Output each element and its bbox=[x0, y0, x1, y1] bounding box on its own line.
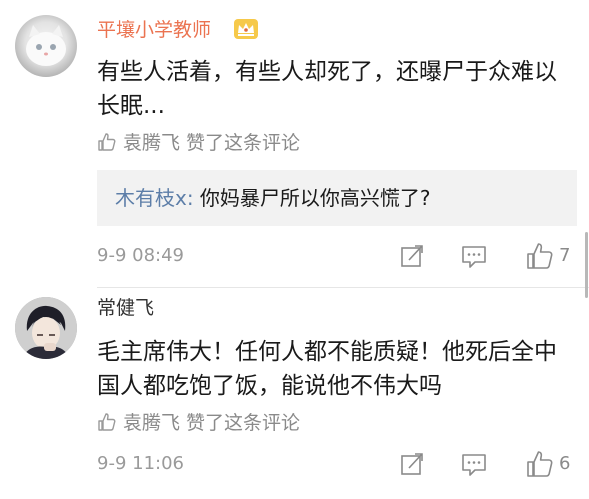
reply-text: 你妈暴尸所以你高兴慌了? bbox=[193, 186, 431, 210]
comment-footer: 9-9 11:06 6 bbox=[97, 449, 582, 479]
like-count: 6 bbox=[559, 453, 571, 474]
comment-footer: 9-9 08:49 7 bbox=[97, 241, 582, 271]
like-count: 7 bbox=[559, 245, 571, 266]
like-icon[interactable] bbox=[525, 449, 555, 479]
avatar[interactable] bbox=[15, 15, 77, 77]
comment-author[interactable]: 平壤小学教师 bbox=[97, 18, 211, 42]
liked-by-text: 袁腾飞 赞了这条评论 bbox=[123, 132, 301, 154]
comment-icon[interactable] bbox=[459, 449, 489, 479]
reply-box[interactable]: 木有枝x: 你妈暴尸所以你高兴慌了? bbox=[97, 170, 577, 226]
liked-by-line: 袁腾飞 赞了这条评论 bbox=[97, 411, 300, 435]
cat-avatar-icon bbox=[26, 25, 66, 66]
comment-list: 平壤小学教师 有些人活着，有些人却死了，还曝尸于众难以长眠... 袁腾飞 赞了这… bbox=[0, 0, 589, 499]
reply-author[interactable]: 木有枝x: bbox=[115, 186, 194, 210]
comment-text: 有些人活着，有些人却死了，还曝尸于众难以长眠... bbox=[97, 59, 557, 119]
like-icon[interactable] bbox=[525, 241, 555, 271]
thumbs-up-icon bbox=[98, 413, 116, 431]
person-avatar-icon bbox=[15, 297, 77, 359]
thumbs-up-icon bbox=[98, 133, 116, 151]
comment-text: 毛主席伟大！任何人都不能质疑！他死后全中国人都吃饱了饭，能说他不伟大吗 bbox=[97, 339, 557, 399]
comment-author[interactable]: 常健飞 bbox=[97, 296, 154, 320]
share-icon[interactable] bbox=[397, 449, 427, 479]
crown-icon[interactable] bbox=[233, 18, 259, 40]
comment-item: 平壤小学教师 有些人活着，有些人却死了，还曝尸于众难以长眠... 袁腾飞 赞了这… bbox=[0, 0, 589, 276]
comment-item: 常健飞 毛主席伟大！任何人都不能质疑！他死后全中国人都吃饱了饭，能说他不伟大吗 … bbox=[0, 292, 589, 499]
divider bbox=[97, 287, 589, 288]
liked-by-line: 袁腾飞 赞了这条评论 bbox=[97, 131, 300, 155]
comment-time: 9-9 11:06 bbox=[97, 453, 184, 474]
comment-time: 9-9 08:49 bbox=[97, 245, 184, 266]
scrollbar[interactable] bbox=[585, 232, 588, 298]
avatar[interactable] bbox=[15, 297, 77, 359]
share-icon[interactable] bbox=[397, 241, 427, 271]
liked-by-text: 袁腾飞 赞了这条评论 bbox=[123, 412, 301, 434]
comment-icon[interactable] bbox=[459, 241, 489, 271]
